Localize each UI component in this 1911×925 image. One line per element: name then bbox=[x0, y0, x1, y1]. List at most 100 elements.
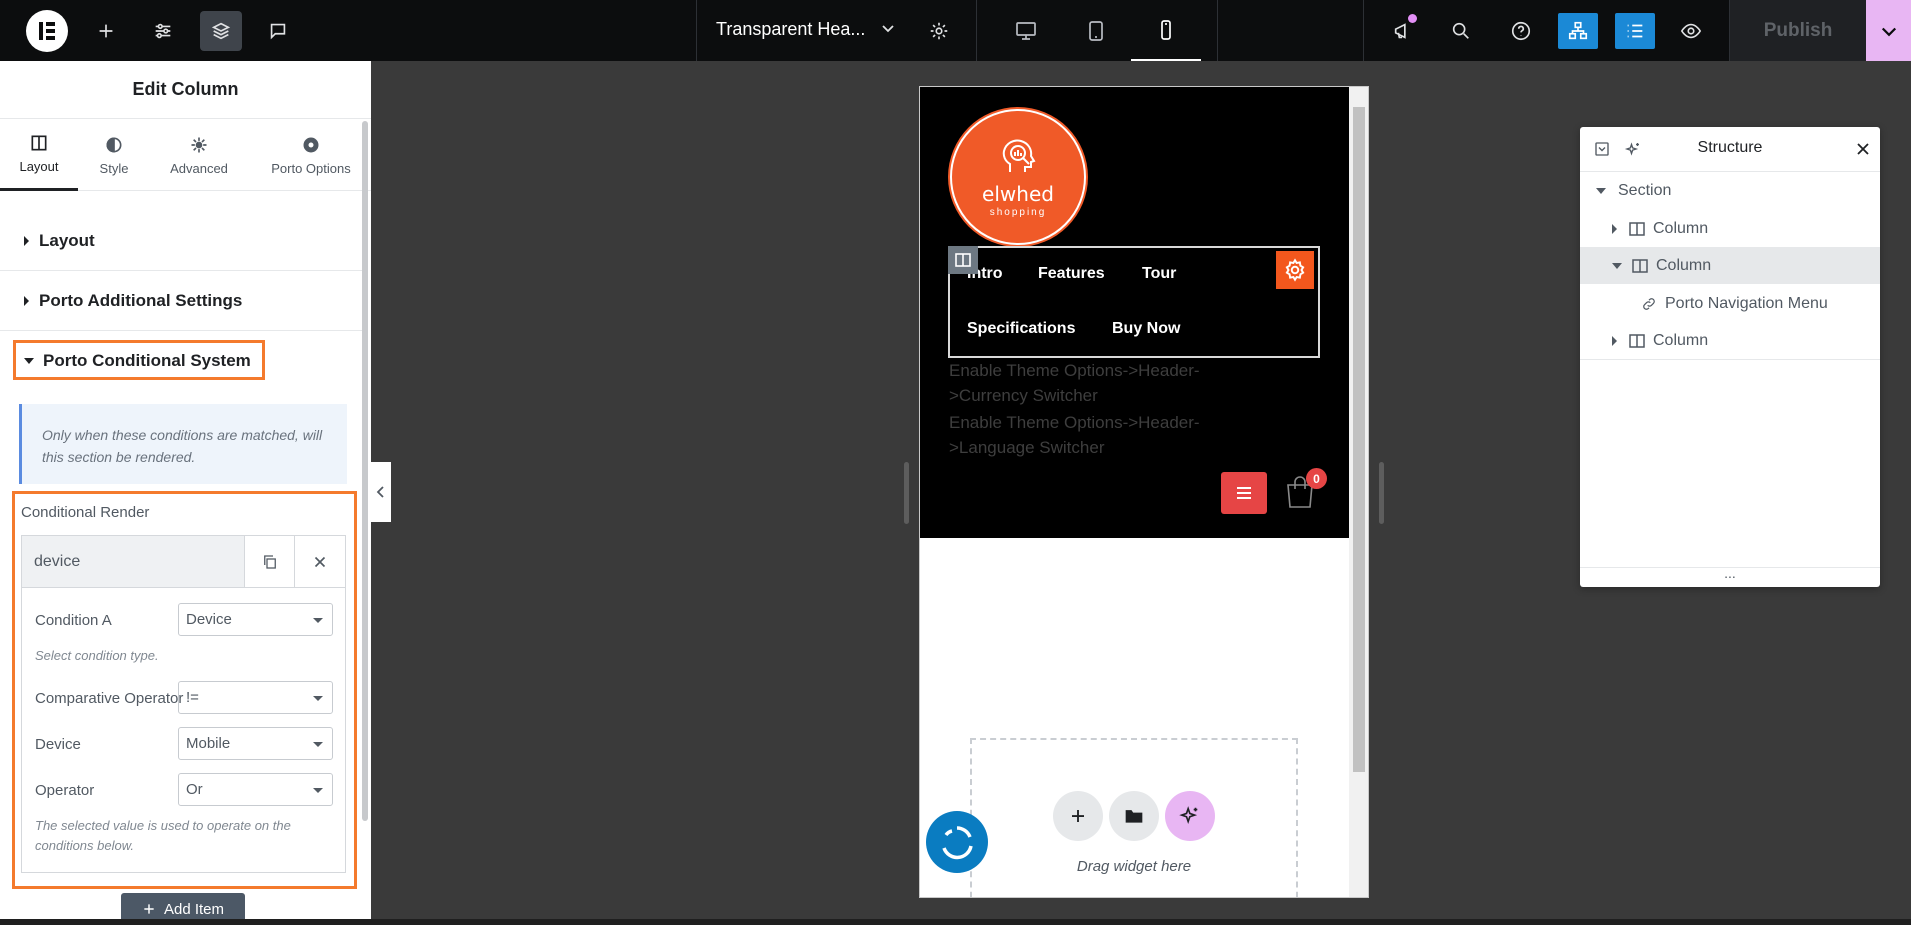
condition-a-label: Condition A bbox=[35, 612, 112, 629]
tab-label: Style bbox=[99, 160, 129, 176]
caret-down-icon bbox=[1596, 187, 1606, 194]
device-label: Device bbox=[35, 736, 81, 753]
search-icon bbox=[1452, 22, 1469, 39]
plus-icon bbox=[1072, 810, 1084, 822]
mobile-menu-button[interactable] bbox=[1221, 472, 1267, 514]
ai-generate-button[interactable] bbox=[1165, 791, 1215, 841]
operator-hint: The selected value is used to operate on… bbox=[35, 818, 291, 853]
comparative-operator-select[interactable]: != bbox=[178, 681, 333, 714]
tab-porto-options[interactable]: Porto Options bbox=[266, 119, 356, 191]
site-settings-button[interactable] bbox=[142, 11, 184, 51]
mobile-view-button[interactable] bbox=[1131, 0, 1201, 61]
publish-options-button[interactable] bbox=[1866, 0, 1911, 61]
contrast-icon bbox=[106, 136, 122, 153]
repeater-item-title[interactable]: device bbox=[22, 536, 246, 587]
structure-row-label: Column bbox=[1656, 256, 1712, 274]
search-button[interactable] bbox=[1440, 11, 1482, 51]
section-porto-additional-settings[interactable]: Porto Additional Settings bbox=[0, 271, 362, 331]
structure-button[interactable] bbox=[1558, 13, 1598, 49]
page-settings-button[interactable] bbox=[918, 11, 960, 51]
collapse-panel-button[interactable] bbox=[371, 462, 391, 522]
tablet-view-button[interactable] bbox=[1061, 0, 1131, 61]
megaphone-icon bbox=[1394, 23, 1406, 39]
operator-select[interactable]: Or bbox=[178, 773, 333, 806]
brand-logo[interactable]: elwhed shopping bbox=[950, 109, 1086, 245]
desktop-view-button[interactable] bbox=[991, 0, 1061, 61]
publish-button[interactable]: Publish bbox=[1730, 0, 1866, 61]
nav-item-buy-now[interactable]: Buy Now bbox=[1112, 320, 1180, 338]
notes-button[interactable] bbox=[257, 11, 299, 51]
panel-title: Edit Column bbox=[0, 61, 371, 119]
structure-toggle-button[interactable] bbox=[200, 11, 242, 51]
elementor-logo-icon[interactable] bbox=[26, 10, 68, 52]
brand-name: elwhed bbox=[982, 182, 1054, 206]
panel-scrollbar[interactable] bbox=[362, 121, 368, 821]
nav-item-tour[interactable]: Tour bbox=[1142, 265, 1176, 283]
whats-new-button[interactable] bbox=[1382, 11, 1424, 51]
resize-handle-right[interactable] bbox=[1379, 462, 1384, 524]
column-icon bbox=[955, 253, 971, 267]
column-icon bbox=[1632, 258, 1648, 273]
comment-icon bbox=[270, 23, 286, 40]
condition-a-select[interactable]: Device bbox=[178, 603, 333, 636]
section-layout[interactable]: Layout bbox=[0, 211, 362, 271]
sparkle-icon bbox=[1179, 806, 1198, 825]
structure-row-column-selected[interactable]: Column bbox=[1580, 247, 1880, 284]
link-icon bbox=[1643, 297, 1655, 310]
caret-right-icon bbox=[1612, 336, 1617, 346]
notification-dot bbox=[1408, 14, 1417, 23]
close-icon[interactable] bbox=[1856, 142, 1870, 156]
navigator-button[interactable] bbox=[1615, 13, 1655, 49]
structure-row-column[interactable]: Column bbox=[1580, 210, 1880, 247]
tab-advanced[interactable]: Advanced bbox=[163, 119, 235, 191]
device-select[interactable]: Mobile bbox=[178, 727, 333, 760]
widget-settings-button[interactable] bbox=[1276, 251, 1314, 289]
caret-down-icon bbox=[1612, 262, 1622, 269]
comparative-operator-label: Comparative Operator bbox=[35, 690, 184, 707]
resize-handle-left[interactable] bbox=[904, 462, 909, 524]
cart-count-badge: 0 bbox=[1306, 468, 1327, 489]
porto-navigation-menu[interactable] bbox=[948, 246, 1320, 358]
list-icon bbox=[1627, 24, 1643, 38]
column-edit-handle[interactable] bbox=[948, 246, 978, 274]
tab-layout[interactable]: Layout bbox=[0, 119, 78, 191]
structure-title: Structure bbox=[1697, 139, 1763, 156]
currency-notice-line: Enable Theme Options->Header- bbox=[949, 361, 1200, 380]
repeater-item-header[interactable]: device bbox=[22, 536, 345, 588]
add-template-button[interactable] bbox=[1109, 791, 1159, 841]
structure-resize-handle[interactable]: ... bbox=[1580, 566, 1880, 587]
help-button[interactable] bbox=[1500, 11, 1542, 51]
gear-icon bbox=[1285, 258, 1305, 282]
structure-row-label: Column bbox=[1653, 332, 1709, 349]
site-header: elwhed shopping Intro Features Tour Spec… bbox=[920, 87, 1349, 538]
caret-right-icon bbox=[1612, 223, 1617, 234]
porto-icon bbox=[303, 137, 319, 152]
column-icon bbox=[1629, 334, 1645, 348]
add-section-button[interactable] bbox=[1053, 791, 1103, 841]
nav-item-features[interactable]: Features bbox=[1038, 265, 1105, 283]
nav-item-specifications[interactable]: Specifications bbox=[967, 320, 1075, 338]
add-element-button[interactable] bbox=[85, 11, 127, 51]
structure-row-section[interactable]: Section bbox=[1580, 172, 1880, 209]
close-icon bbox=[314, 556, 326, 567]
structure-row-porto-navigation-menu[interactable]: Porto Navigation Menu bbox=[1580, 285, 1880, 322]
chevron-down-icon[interactable] bbox=[880, 20, 896, 41]
preview-scrollbar-thumb[interactable] bbox=[1353, 107, 1365, 772]
structure-row-label: Column bbox=[1653, 219, 1709, 237]
condition-a-hint: Select condition type. bbox=[35, 648, 159, 663]
loading-spinner-icon bbox=[926, 811, 988, 873]
tab-style[interactable]: Style bbox=[85, 119, 143, 191]
preview-button[interactable] bbox=[1670, 11, 1712, 51]
hamburger-icon bbox=[1237, 487, 1251, 499]
caret-right-icon bbox=[24, 295, 29, 306]
document-title[interactable]: Transparent Hea... bbox=[716, 19, 865, 40]
remove-item-button[interactable] bbox=[295, 536, 345, 587]
chevron-down-icon bbox=[1881, 27, 1896, 36]
tab-label: Layout bbox=[19, 159, 59, 174]
drop-zone-text: Drag widget here bbox=[1076, 858, 1192, 875]
duplicate-item-button[interactable] bbox=[245, 536, 296, 587]
brand-head-icon bbox=[1002, 139, 1036, 172]
structure-row-label: Porto Navigation Menu bbox=[1665, 294, 1828, 312]
structure-row-column[interactable]: Column bbox=[1580, 323, 1880, 360]
help-icon bbox=[1511, 21, 1531, 41]
